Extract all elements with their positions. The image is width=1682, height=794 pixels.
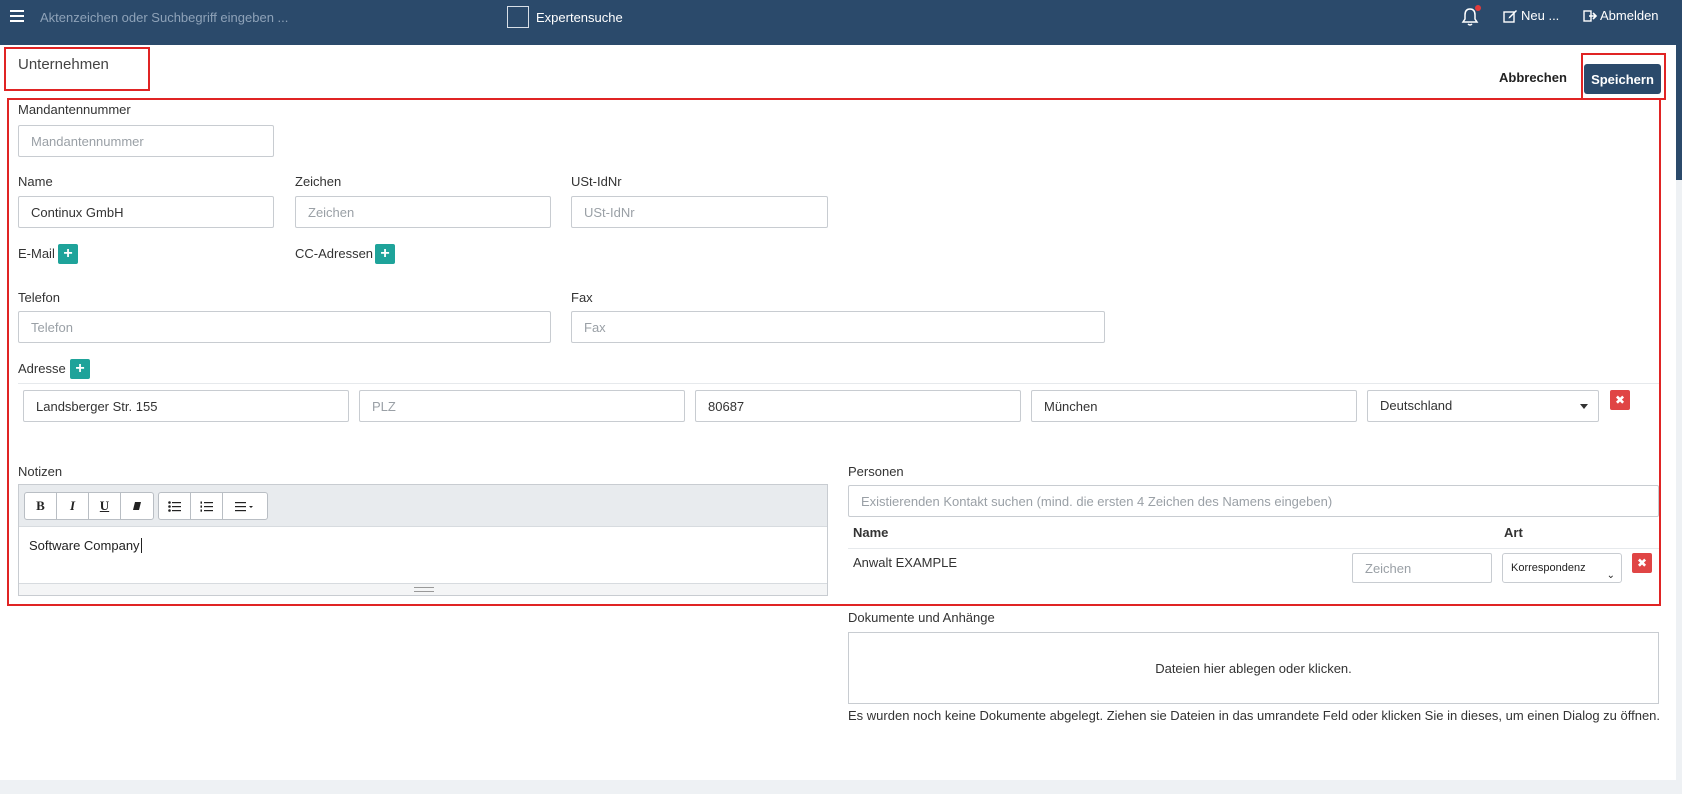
logout-label: Abmelden (1600, 8, 1659, 23)
chevron-down-icon: ⌄ (1603, 562, 1615, 582)
numbered-list-icon[interactable] (191, 493, 223, 519)
persons-header-divider (848, 548, 1659, 549)
fax-input[interactable] (571, 311, 1105, 343)
sign-label: Zeichen (295, 174, 342, 189)
city-input[interactable] (1031, 390, 1357, 422)
hamburger-menu-icon[interactable] (10, 10, 24, 24)
contact-search-input[interactable] (848, 485, 1659, 517)
cc-label: CC-Adressen (295, 246, 374, 261)
eraser-icon[interactable] (121, 493, 153, 519)
street-input[interactable] (23, 390, 349, 422)
editor-resize-handle[interactable] (19, 583, 827, 595)
person-sign-input[interactable] (1352, 553, 1492, 583)
notes-label: Notizen (18, 464, 63, 479)
persons-col-type: Art (1504, 525, 1523, 540)
client-number-input[interactable] (18, 125, 274, 157)
logout-button[interactable]: Abmelden (1583, 8, 1659, 23)
editor-toolbar: B I U (19, 485, 827, 527)
format-group: B I U (24, 492, 154, 520)
plz-input[interactable] (359, 390, 685, 422)
person-name: Anwalt EXAMPLE (853, 555, 958, 570)
align-dropdown-icon[interactable] (223, 493, 267, 519)
client-number-label: Mandantennummer (18, 102, 131, 117)
add-address-icon[interactable]: + (70, 359, 90, 379)
name-label: Name (18, 174, 53, 189)
name-input[interactable] (18, 196, 274, 228)
file-dropzone[interactable]: Dateien hier ablegen oder klicken. (848, 632, 1659, 704)
bold-icon[interactable]: B (25, 493, 57, 519)
remove-address-icon[interactable]: ✖ (1610, 390, 1630, 410)
zip-input[interactable] (695, 390, 1021, 422)
add-cc-icon[interactable]: + (375, 244, 395, 264)
global-search-input[interactable] (40, 6, 490, 28)
save-button[interactable]: Speichern (1584, 64, 1661, 94)
expert-search-label: Expertensuche (536, 9, 623, 25)
notification-bell-icon[interactable] (1461, 5, 1481, 27)
scrollbar-thumb[interactable] (1676, 45, 1682, 180)
edit-icon (1503, 9, 1517, 23)
italic-icon[interactable]: I (57, 493, 89, 519)
vat-label: USt-IdNr (571, 174, 622, 189)
chevron-down-icon (1580, 404, 1588, 409)
add-email-icon[interactable]: + (58, 244, 78, 264)
phone-input[interactable] (18, 311, 551, 343)
fax-label: Fax (571, 290, 593, 305)
persons-label: Personen (848, 464, 904, 479)
cancel-button[interactable]: Abbrechen (1499, 70, 1567, 85)
notes-text: Software Company (29, 538, 140, 553)
bullet-list-icon[interactable] (159, 493, 191, 519)
notes-content[interactable]: Software Company (19, 527, 827, 583)
address-label: Adresse (18, 361, 66, 376)
country-select[interactable]: Deutschland (1367, 390, 1599, 422)
person-type-select[interactable]: Korrespondenz ⌄ (1502, 553, 1622, 583)
country-value: Deutschland (1380, 398, 1453, 413)
documents-note: Es wurden noch keine Dokumente abgelegt.… (848, 708, 1661, 723)
list-group (158, 492, 268, 520)
top-navigation-bar: Expertensuche Neu ... Abmelden (0, 0, 1682, 45)
new-menu-button[interactable]: Neu ... (1503, 8, 1559, 23)
dropzone-text: Dateien hier ablegen oder klicken. (1155, 660, 1352, 676)
address-divider (18, 383, 1659, 384)
phone-label: Telefon (18, 290, 60, 305)
notification-dot (1475, 5, 1481, 11)
expert-search-checkbox[interactable] (507, 6, 529, 28)
email-label: E-Mail (18, 246, 55, 261)
documents-label: Dokumente und Anhänge (848, 610, 995, 625)
person-type-value: Korrespondenz (1511, 562, 1586, 574)
underline-icon[interactable]: U (89, 493, 121, 519)
page-title: Unternehmen (18, 56, 109, 73)
resize-grip-icon (414, 587, 434, 592)
logout-icon (1583, 9, 1597, 22)
remove-person-icon[interactable]: ✖ (1632, 553, 1652, 573)
expert-search-toggle[interactable]: Expertensuche (507, 6, 623, 28)
notes-editor[interactable]: B I U Software Company (18, 484, 828, 596)
new-menu-label: Neu ... (1521, 8, 1560, 23)
vat-input[interactable] (571, 196, 828, 228)
sign-input[interactable] (295, 196, 551, 228)
persons-col-name: Name (853, 525, 889, 540)
